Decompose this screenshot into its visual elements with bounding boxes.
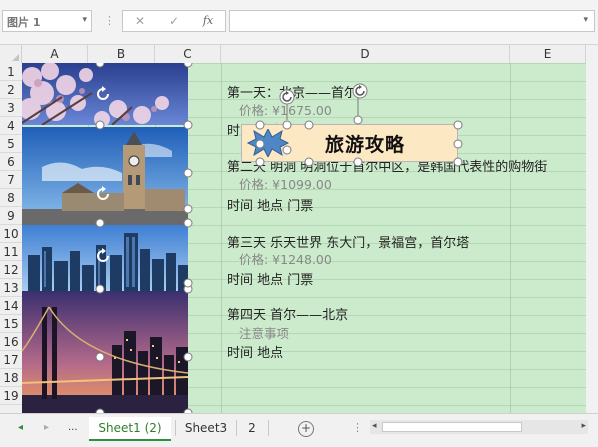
row-header-12[interactable]: 12 xyxy=(0,261,22,279)
column-header-c[interactable]: C xyxy=(155,45,221,63)
rotate-handle-icon[interactable] xyxy=(278,88,296,106)
expand-formula-icon[interactable]: ▾ xyxy=(583,15,588,25)
cancel-icon[interactable]: ✕ xyxy=(131,14,149,28)
row-header-19[interactable]: 19 xyxy=(0,387,22,405)
rotate-handle-icon[interactable] xyxy=(94,185,112,203)
drag-handle-icon[interactable]: ⋮ xyxy=(104,14,115,27)
row-header-11[interactable]: 11 xyxy=(0,243,22,261)
row-header-5[interactable]: 5 xyxy=(0,135,22,153)
column-header-b[interactable]: B xyxy=(88,45,155,63)
cell-d14[interactable]: 第四天 首尔——北京 xyxy=(227,304,348,323)
row-header-16[interactable]: 16 xyxy=(0,333,22,351)
row-header-18[interactable]: 18 xyxy=(0,369,22,387)
row-header-14[interactable]: 14 xyxy=(0,297,22,315)
row-header-9[interactable]: 9 xyxy=(0,207,22,225)
formula-buttons: ✕ ✓ fx xyxy=(122,10,226,32)
next-sheet-icon[interactable]: ▸ xyxy=(44,422,49,433)
vertical-scrollbar[interactable] xyxy=(586,45,598,413)
add-sheet-button[interactable]: + xyxy=(298,421,314,437)
horizontal-scroll-thumb[interactable] xyxy=(382,422,522,432)
tab-sheet1-2[interactable]: Sheet1 (2) xyxy=(89,417,171,441)
row-header-10[interactable]: 10 xyxy=(0,225,22,243)
row-header-6[interactable]: 6 xyxy=(0,153,22,171)
row-header-3[interactable]: 3 xyxy=(0,99,22,117)
cell-d15[interactable]: 注意事项 xyxy=(239,323,289,342)
rotate-handle-icon[interactable] xyxy=(351,82,369,100)
chevron-down-icon[interactable]: ▾ xyxy=(82,15,87,25)
formula-input[interactable]: ▾ xyxy=(229,10,595,32)
row-header-7[interactable]: 7 xyxy=(0,171,22,189)
column-header-d[interactable]: D xyxy=(221,45,510,63)
row-header-2[interactable]: 2 xyxy=(0,81,22,99)
name-box-value: 图片 1 xyxy=(7,16,41,29)
row-header-4[interactable]: 4 xyxy=(0,117,22,135)
name-box[interactable]: 图片 1 ▾ xyxy=(2,10,92,32)
tab-splitter-icon[interactable]: ⋮ xyxy=(352,421,363,434)
cell-d7[interactable]: 价格: ¥1099.00 xyxy=(239,174,332,193)
column-header: A B C D E xyxy=(0,45,586,64)
more-sheets-button[interactable]: ... xyxy=(68,422,78,433)
row-header-1[interactable]: 1 xyxy=(0,63,22,81)
formula-bar: 图片 1 ▾ ⋮ ✕ ✓ fx ▾ xyxy=(0,0,598,45)
scroll-right-icon[interactable]: ▸ xyxy=(581,421,586,431)
cell-d11[interactable]: 价格: ¥1248.00 xyxy=(239,249,332,268)
row-header-13[interactable]: 13 xyxy=(0,279,22,297)
row-header-15[interactable]: 15 xyxy=(0,315,22,333)
column-header-e[interactable]: E xyxy=(510,45,586,63)
confirm-icon[interactable]: ✓ xyxy=(165,14,183,28)
select-all-button[interactable] xyxy=(0,45,22,63)
rotate-handle-icon[interactable] xyxy=(94,85,112,103)
insert-function-icon[interactable]: fx xyxy=(199,14,217,27)
row-header-17[interactable]: 17 xyxy=(0,351,22,369)
tab-sheet3[interactable]: Sheet3 xyxy=(178,417,234,439)
row-header: 1 2 3 4 5 6 7 8 9 10 11 12 13 14 15 16 1… xyxy=(0,63,23,413)
rotate-handle-icon[interactable] xyxy=(94,247,112,265)
row-header-8[interactable]: 8 xyxy=(0,189,22,207)
bridge-night-image[interactable] xyxy=(22,291,188,413)
cell-d12[interactable]: 时间 地点 门票 xyxy=(227,269,313,288)
column-header-a[interactable]: A xyxy=(22,45,88,63)
horizontal-scrollbar[interactable]: ◂ ▸ xyxy=(370,420,588,434)
tab-2[interactable]: 2 xyxy=(240,417,264,439)
cell-d8[interactable]: 时间 地点 门票 xyxy=(227,195,313,214)
prev-sheet-icon[interactable]: ◂ xyxy=(18,422,23,433)
cell-d16[interactable]: 时间 地点 xyxy=(227,342,283,361)
clock-tower-image[interactable] xyxy=(22,127,188,225)
sheet-tab-bar: ◂ ▸ ... Sheet1 (2) Sheet3 2 + ⋮ ◂ ▸ xyxy=(0,413,598,447)
scroll-left-icon[interactable]: ◂ xyxy=(372,421,377,431)
